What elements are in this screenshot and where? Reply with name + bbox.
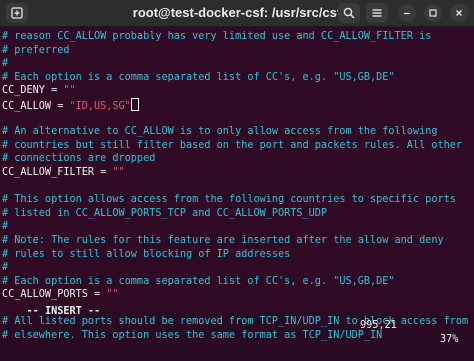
- comment-line: #: [2, 58, 9, 70]
- comment-line: # countries but still filter based on th…: [2, 139, 463, 151]
- setting-key: CC_ALLOW =: [2, 100, 70, 112]
- search-icon: [343, 7, 355, 19]
- minimize-button[interactable]: [398, 4, 416, 22]
- vim-status-line: -- INSERT -- 995,21 37%: [2, 291, 474, 345]
- close-icon: [454, 8, 464, 18]
- menu-button[interactable]: [366, 3, 388, 23]
- comment-line: # connections are dropped: [2, 153, 156, 165]
- scroll-percent: 37%: [440, 334, 459, 345]
- config-setting-line: CC_ALLOW = "ID,US,SG": [2, 97, 474, 112]
- comment-line: # Note: The rules for this feature are i…: [2, 234, 444, 246]
- setting-key: CC_DENY =: [2, 85, 64, 97]
- config-setting-line: CC_DENY = "": [2, 84, 474, 98]
- comment-line: # listed in CC_ALLOW_PORTS_TCP and CC_AL…: [2, 207, 328, 219]
- mode-indicator: -- INSERT --: [26, 306, 101, 317]
- setting-value: "": [63, 85, 76, 97]
- comment-line: # reason CC_ALLOW probably has very limi…: [2, 31, 432, 42]
- text-cursor: [130, 97, 139, 111]
- comment-line: # An alternative to CC_ALLOW is to only …: [2, 126, 438, 138]
- new-tab-button[interactable]: [6, 3, 28, 23]
- terminal-editor[interactable]: # reason CC_ALLOW probably has very limi…: [0, 27, 474, 345]
- minimize-icon: [402, 8, 412, 18]
- comment-line: #: [2, 221, 9, 233]
- maximize-icon: [428, 8, 438, 18]
- comment-line: # This option allows access from the fol…: [2, 194, 456, 206]
- title-bar: root@test-docker-csf: /usr/src/csf: [0, 0, 474, 27]
- comment-line: # elsewhere. This option uses the same f…: [2, 330, 383, 342]
- setting-key: CC_ALLOW_FILTER =: [2, 166, 113, 178]
- comment-line: #: [2, 262, 9, 274]
- hamburger-menu-icon: [371, 7, 383, 19]
- comment-line: # Each option is a comma separated list …: [2, 275, 395, 287]
- comment-line: # Each option is a comma separated list …: [2, 71, 395, 83]
- setting-value: "": [112, 166, 125, 178]
- close-button[interactable]: [450, 4, 468, 22]
- new-tab-icon: [11, 7, 23, 19]
- config-setting-line: CC_ALLOW_FILTER = "": [2, 166, 474, 180]
- search-button[interactable]: [338, 3, 360, 23]
- comment-line: # rules to still allow blocking of IP ad…: [2, 248, 291, 260]
- setting-value: "ID,US,SG": [69, 100, 131, 112]
- comment-line: # preferred: [2, 44, 70, 56]
- maximize-button[interactable]: [424, 4, 442, 22]
- cursor-position: 995,21: [360, 320, 397, 331]
